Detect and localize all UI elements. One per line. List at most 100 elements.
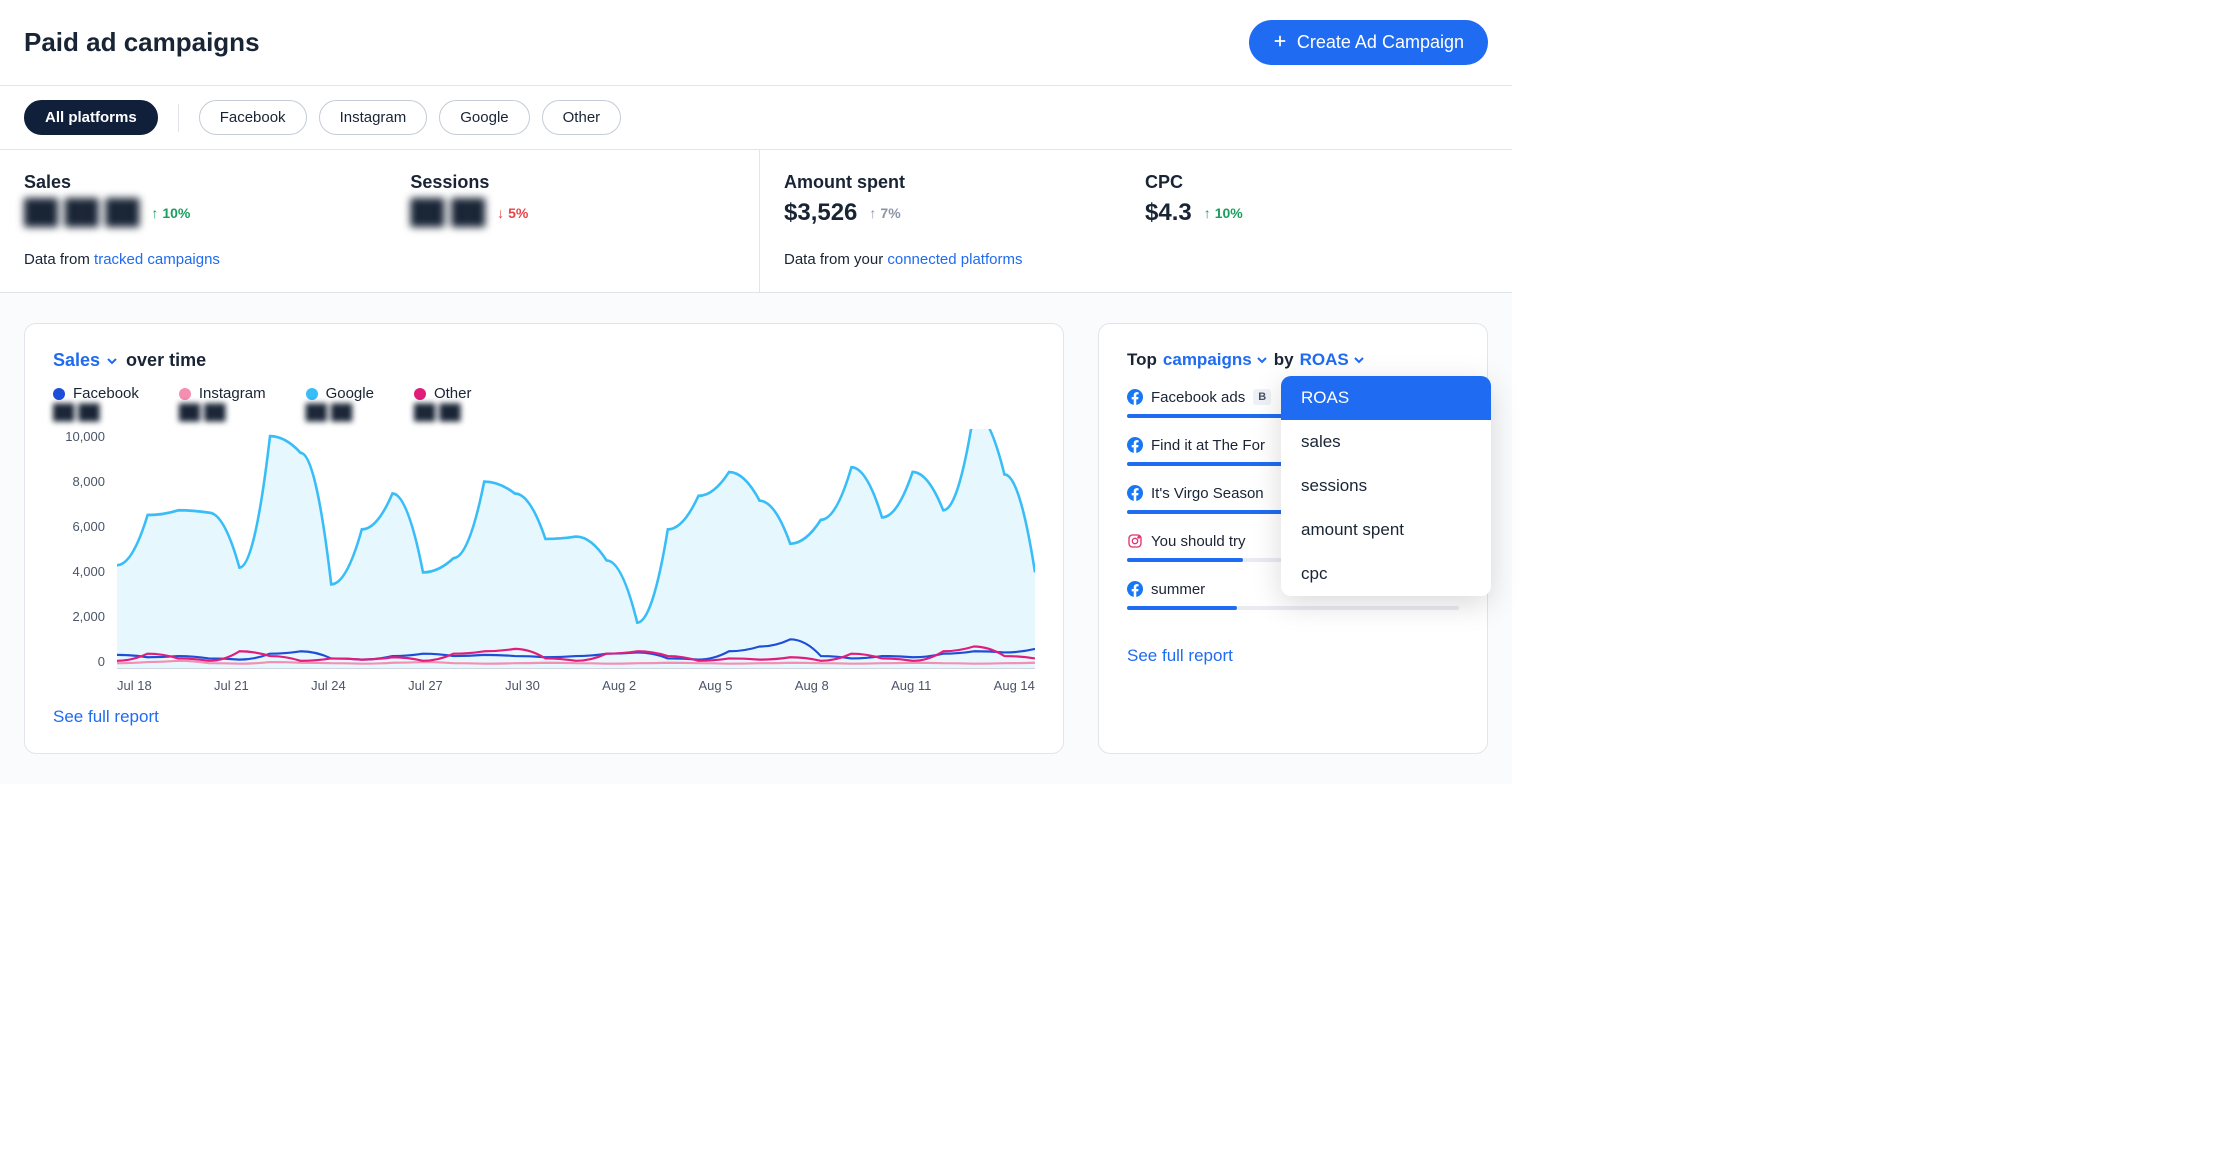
legend-item: Instagram ██ ██ <box>179 385 266 421</box>
filter-separator <box>178 104 179 132</box>
arrow-up-icon: ↑ <box>151 205 158 221</box>
x-tick: Jul 27 <box>408 678 443 693</box>
chart-metric-dropdown[interactable]: Sales <box>53 350 118 371</box>
dropdown-option[interactable]: sessions <box>1281 464 1491 508</box>
y-tick: 8,000 <box>53 474 105 489</box>
data-source-note: Data from your connected platforms <box>784 251 1488 268</box>
dropdown-option[interactable]: sales <box>1281 420 1491 464</box>
legend-label: Instagram <box>199 385 266 402</box>
chart-plot <box>117 429 1035 669</box>
campaign-name: Facebook ads <box>1151 389 1245 406</box>
campaign-bar <box>1127 606 1459 610</box>
campaign-badge: B <box>1253 389 1271 405</box>
x-tick: Aug 11 <box>891 678 931 693</box>
stat-label: Amount spent <box>784 172 905 193</box>
arrow-up-icon: ↑ <box>1204 205 1211 221</box>
campaign-name: It's Virgo Season <box>1151 485 1264 502</box>
arrow-down-icon: ↓ <box>497 205 504 221</box>
instagram-icon <box>1127 533 1143 549</box>
legend-value: ██ ██ <box>179 404 266 421</box>
stat-delta: ↑ 10% <box>1204 205 1243 221</box>
dropdown-option[interactable]: amount spent <box>1281 508 1491 552</box>
campaign-name: summer <box>1151 581 1205 598</box>
legend-label: Facebook <box>73 385 139 402</box>
facebook-icon <box>1127 389 1143 405</box>
tracked-campaigns-link[interactable]: tracked campaigns <box>94 251 220 268</box>
chart-y-axis: 10,0008,0006,0004,0002,0000 <box>53 429 113 669</box>
top-campaigns-panel: Top campaigns by ROAS Facebook adsB ↑ 2%… <box>1098 323 1488 754</box>
connected-platforms-link[interactable]: connected platforms <box>887 251 1022 268</box>
x-tick: Jul 30 <box>505 678 540 693</box>
filter-other[interactable]: Other <box>542 100 622 135</box>
x-tick: Aug 14 <box>994 678 1035 693</box>
dropdown-option[interactable]: cpc <box>1281 552 1491 596</box>
x-tick: Jul 18 <box>117 678 152 693</box>
y-tick: 10,000 <box>53 429 105 444</box>
facebook-icon <box>1127 581 1143 597</box>
legend-item: Facebook ██ ██ <box>53 385 139 421</box>
stat-delta: ↓ 5% <box>497 205 528 221</box>
chevron-down-icon <box>1353 354 1365 366</box>
stat-amount-spent: Amount spent $3,526 ↑ 7% <box>784 172 905 227</box>
x-tick: Aug 8 <box>795 678 829 693</box>
stat-label: Sales <box>24 172 190 193</box>
top-entity-dropdown[interactable]: campaigns <box>1163 350 1268 370</box>
legend-dot <box>414 388 426 400</box>
legend-dot <box>179 388 191 400</box>
create-ad-campaign-button[interactable]: Create Ad Campaign <box>1249 20 1488 65</box>
data-source-note: Data from tracked campaigns <box>24 251 735 268</box>
filter-all-platforms[interactable]: All platforms <box>24 100 158 135</box>
top-prefix: Top <box>1127 350 1157 370</box>
y-tick: 6,000 <box>53 519 105 534</box>
campaign-name: Find it at The For <box>1151 437 1265 454</box>
page-title: Paid ad campaigns <box>24 27 260 58</box>
x-tick: Jul 24 <box>311 678 346 693</box>
legend-item: Google ██ ██ <box>306 385 374 421</box>
x-tick: Aug 5 <box>698 678 732 693</box>
stat-value: ██ ██ ██ <box>24 199 139 227</box>
filter-facebook[interactable]: Facebook <box>199 100 307 135</box>
x-tick: Jul 21 <box>214 678 249 693</box>
sort-dropdown-menu: ROASsalessessionsamount spentcpc <box>1281 376 1491 596</box>
see-full-report-link[interactable]: See full report <box>53 707 159 727</box>
stat-delta: ↑ 7% <box>869 205 900 221</box>
plus-icon <box>1273 32 1287 53</box>
stat-label: Sessions <box>410 172 528 193</box>
campaign-name: You should try <box>1151 533 1246 550</box>
chevron-down-icon <box>1256 354 1268 366</box>
y-tick: 0 <box>53 654 105 669</box>
chart-legend: Facebook██ ██Instagram██ ██Google██ ██Ot… <box>53 385 1035 421</box>
top-sort-dropdown[interactable]: ROAS <box>1300 350 1365 370</box>
stat-cpc: CPC $4.3 ↑ 10% <box>1145 172 1243 227</box>
legend-label: Google <box>326 385 374 402</box>
y-tick: 4,000 <box>53 564 105 579</box>
stat-value: $4.3 <box>1145 199 1192 227</box>
facebook-icon <box>1127 437 1143 453</box>
chevron-down-icon <box>106 355 118 367</box>
legend-item: Other ██ ██ <box>414 385 472 421</box>
stat-value: ██ ██ <box>410 199 485 227</box>
legend-dot <box>53 388 65 400</box>
arrow-up-icon: ↑ <box>869 205 876 221</box>
stat-sessions: Sessions ██ ██ ↓ 5% <box>410 172 528 227</box>
stat-delta: ↑ 10% <box>151 205 190 221</box>
legend-value: ██ ██ <box>414 404 472 421</box>
chart-title-rest: over time <box>126 350 206 371</box>
stat-label: CPC <box>1145 172 1243 193</box>
x-tick: Aug 2 <box>602 678 636 693</box>
legend-value: ██ ██ <box>53 404 139 421</box>
dropdown-option[interactable]: ROAS <box>1281 376 1491 420</box>
facebook-icon <box>1127 485 1143 501</box>
sales-chart-panel: Sales over time Facebook ██ ██ Instagram ██… <box>24 323 1064 754</box>
see-full-report-link[interactable]: See full report <box>1127 646 1233 666</box>
create-button-label: Create Ad Campaign <box>1297 32 1464 53</box>
legend-value: ██ ██ <box>306 404 374 421</box>
filter-google[interactable]: Google <box>439 100 529 135</box>
legend-dot <box>306 388 318 400</box>
stat-value: $3,526 <box>784 199 857 227</box>
top-by: by <box>1274 350 1294 370</box>
platform-filters: All platforms Facebook Instagram Google … <box>0 86 1512 149</box>
legend-label: Other <box>434 385 472 402</box>
filter-instagram[interactable]: Instagram <box>319 100 428 135</box>
stat-sales: Sales ██ ██ ██ ↑ 10% <box>24 172 190 227</box>
